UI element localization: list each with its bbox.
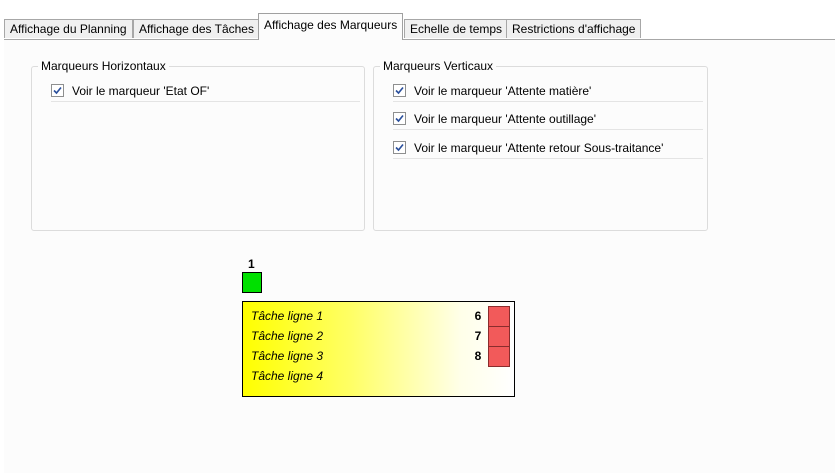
group-marqueurs-verticaux: Marqueurs Verticaux Voir le marqueur 'At… [373,58,708,231]
checkbox-label-attente-outillage: Voir le marqueur 'Attente outillage' [414,112,597,126]
checkbox-row-attente-sous-traitance[interactable]: Voir le marqueur 'Attente retour Sous-tr… [393,139,703,159]
group-marqueurs-horizontaux: Marqueurs Horizontaux Voir le marqueur '… [31,58,365,231]
checkmark-icon [395,86,404,95]
vertical-marker-square [488,326,510,347]
tab-strip: Affichage du Planning Affichage des Tâch… [4,13,835,40]
tab-restrictions-affichage[interactable]: Restrictions d'affichage [506,19,642,38]
checkmark-icon [395,143,404,152]
tab-echelle-temps[interactable]: Echelle de temps [404,19,509,38]
task-line: Tâche ligne 4 [251,369,324,383]
group-title-horizontaux: Marqueurs Horizontaux [38,58,169,74]
vertical-marker-square [488,346,510,367]
checkbox-label-attente-sous-traitance: Voir le marqueur 'Attente retour Sous-tr… [414,141,664,155]
checkbox-row-attente-matiere[interactable]: Voir le marqueur 'Attente matière' [393,82,703,102]
checkbox-etat-of[interactable] [51,84,64,97]
tab-affichage-planning[interactable]: Affichage du Planning [4,19,133,38]
task-line: Tâche ligne 3 [251,349,324,363]
checkbox-attente-outillage[interactable] [393,112,406,125]
vertical-marker-number: 7 [474,329,482,343]
group-title-verticaux: Marqueurs Verticaux [380,58,497,74]
checkbox-row-attente-outillage[interactable]: Voir le marqueur 'Attente outillage' [393,110,703,130]
tab-panel-marqueurs: Marqueurs Horizontaux Voir le marqueur '… [4,39,835,473]
checkbox-label-attente-matiere: Voir le marqueur 'Attente matière' [414,84,592,98]
checkbox-row-etat-of[interactable]: Voir le marqueur 'Etat OF' [51,82,360,102]
checkmark-icon [53,86,62,95]
checkmark-icon [395,114,404,123]
task-line: Tâche ligne 2 [251,329,324,343]
tab-affichage-marqueurs[interactable]: Affichage des Marqueurs [258,13,404,40]
checkbox-label-etat-of: Voir le marqueur 'Etat OF' [72,84,210,98]
horizontal-marker-number: 1 [248,257,255,271]
vertical-marker-number: 8 [474,349,482,363]
checkbox-attente-sous-traitance[interactable] [393,141,406,154]
marker-preview: 1 Tâche ligne 1 Tâche ligne 2 Tâche lign… [242,257,518,397]
vertical-marker-number: 6 [474,309,482,323]
tab-affichage-taches[interactable]: Affichage des Tâches [133,19,260,38]
horizontal-marker-square [242,272,262,293]
vertical-marker-square [488,306,510,327]
task-line: Tâche ligne 1 [251,309,324,323]
task-preview-box: Tâche ligne 1 Tâche ligne 2 Tâche ligne … [242,301,515,397]
checkbox-attente-matiere[interactable] [393,84,406,97]
